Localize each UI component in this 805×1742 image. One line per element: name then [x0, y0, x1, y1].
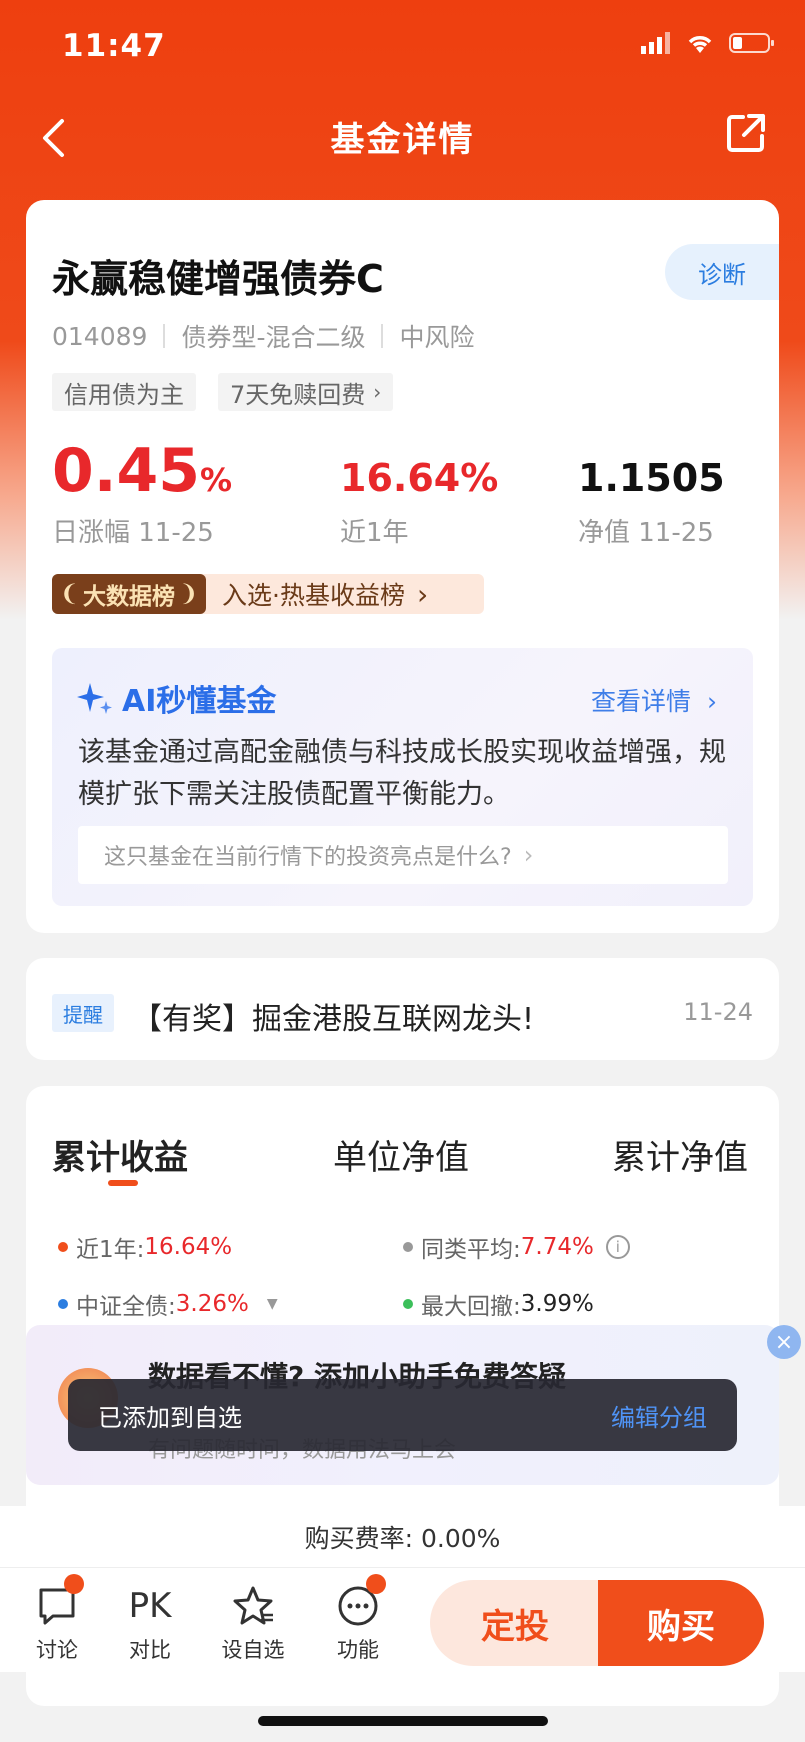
star-icon	[233, 1586, 273, 1625]
year-return-label: 近1年	[340, 518, 409, 548]
legend-dot	[58, 1299, 68, 1309]
ai-title-label: AI秒懂基金	[122, 684, 277, 719]
legend-value: 7.74%	[520, 1234, 594, 1260]
add-watchlist-button[interactable]: 设自选	[208, 1584, 298, 1664]
legend-value: 3.99%	[520, 1291, 594, 1317]
legend-label: 最大回撤:	[421, 1294, 521, 1320]
info-icon[interactable]: i	[605, 1235, 630, 1259]
daily-change-label: 日涨幅 11-25	[52, 518, 214, 548]
status-time: 11:47	[62, 28, 166, 64]
fund-tag-fee[interactable]: 7天免赎回费 ›	[218, 373, 394, 411]
tab-cumulative-return[interactable]: 累计收益	[52, 1130, 188, 1179]
functions-label: 功能	[337, 1638, 379, 1662]
nav-value-label: 净值 11-25	[578, 518, 714, 548]
functions-button[interactable]: 功能	[313, 1584, 403, 1664]
ai-more-link[interactable]: 查看详情 ›	[591, 682, 717, 718]
fund-type: 债券型-混合二级	[181, 323, 366, 352]
year-return-value: 16.64%	[340, 456, 499, 500]
toast: 已添加到自选 编辑分组	[68, 1379, 737, 1451]
fee-bar: 购买费率: 0.00%	[0, 1506, 805, 1568]
divider	[163, 324, 166, 348]
diagnose-button[interactable]: 诊断	[665, 244, 779, 300]
status-icons	[641, 32, 775, 54]
legend-label: 同类平均:	[421, 1237, 521, 1263]
close-icon: ×	[774, 1329, 794, 1355]
chevron-right-icon: ›	[523, 841, 534, 869]
home-indicator	[258, 1716, 548, 1726]
chevron-right-icon: ›	[416, 577, 429, 611]
fund-name: 永赢稳健增强债券C	[52, 257, 384, 301]
chevron-right-icon: ›	[373, 380, 382, 404]
ai-more-label: 查看详情	[591, 687, 692, 716]
pk-icon: PK	[128, 1586, 172, 1626]
legend-item-peer-average: 同类平均: 7.74% i	[403, 1230, 630, 1264]
battery-icon	[729, 33, 774, 53]
banner-close-button[interactable]: ×	[767, 1325, 801, 1359]
signal-icon	[641, 32, 670, 54]
legend-label: 中证全债:	[76, 1294, 176, 1320]
reminder-tag: 提醒	[52, 994, 114, 1032]
nav-value: 1.1505	[578, 456, 725, 500]
notification-dot	[366, 1574, 386, 1594]
share-button[interactable]	[725, 112, 767, 158]
fund-meta: 014089 债券型-混合二级 中风险	[52, 318, 474, 354]
legend-value: 16.64%	[144, 1234, 233, 1260]
compare-label: 对比	[129, 1638, 171, 1662]
legend-dot	[403, 1242, 413, 1252]
legend-dot	[403, 1299, 413, 1309]
dropdown-triangle-icon: ▼	[266, 1296, 278, 1312]
page-title: 基金详情	[330, 120, 475, 160]
fund-tag-label: 7天免赎回费	[230, 380, 366, 409]
auto-invest-button[interactable]: 定投	[430, 1580, 600, 1666]
legend-item-index[interactable]: 中证全债: 3.26% ▼	[58, 1287, 278, 1321]
fund-tag: 信用债为主	[52, 373, 196, 411]
daily-change-unit: %	[200, 461, 233, 499]
sparkle-icon	[77, 683, 112, 714]
tab-indicator	[108, 1180, 138, 1186]
fund-risk: 中风险	[399, 323, 475, 352]
rank-text: 入选·热基收益榜	[222, 581, 405, 610]
share-icon	[727, 114, 765, 152]
fund-code: 014089	[52, 321, 148, 351]
legend-label: 近1年:	[76, 1237, 145, 1263]
reminder-text: 【有奖】掘金港股互联网龙头!	[132, 1002, 535, 1037]
reminder-date: 11-24	[683, 998, 753, 1026]
daily-change-value: 0.45	[52, 436, 201, 506]
wifi-icon	[688, 36, 712, 53]
tab-unit-nav[interactable]: 单位净值	[333, 1130, 469, 1179]
divider	[381, 324, 384, 348]
rank-badge: ❨ 大数据榜 ❩	[52, 574, 206, 614]
ai-title: AI秒懂基金	[76, 676, 276, 720]
ai-question-input[interactable]: 这只基金在当前行情下的投资亮点是什么? ›	[78, 826, 728, 884]
legend-dot	[58, 1242, 68, 1252]
ai-summary-text: 该基金通过高配金融债与科技成长股实现收益增强，规模扩张下需关注股债配置平衡能力。	[78, 737, 726, 810]
daily-change: 0.45%	[52, 436, 232, 506]
laurel-icon: ❩	[179, 581, 199, 607]
laurel-icon: ❨	[59, 581, 79, 607]
rank-banner[interactable]: ❨ 大数据榜 ❩ 入选·热基收益榜 ›	[52, 574, 484, 614]
discuss-button[interactable]: 讨论	[12, 1584, 102, 1664]
add-watchlist-label: 设自选	[221, 1638, 285, 1662]
toast-message: 已添加到自选	[98, 1403, 242, 1432]
legend-value: 3.26%	[175, 1291, 249, 1317]
chevron-right-icon: ›	[707, 687, 717, 716]
edit-group-button[interactable]: 编辑分组	[611, 1398, 707, 1433]
buy-button[interactable]: 购买	[598, 1580, 764, 1666]
rank-badge-label: 大数据榜	[83, 584, 175, 610]
notification-dot	[64, 1574, 84, 1594]
legend-item-year: 近1年: 16.64%	[58, 1230, 232, 1264]
compare-button[interactable]: PK 对比	[105, 1584, 195, 1664]
discuss-label: 讨论	[36, 1638, 78, 1662]
legend-item-drawdown: 最大回撤: 3.99%	[403, 1287, 594, 1321]
ai-question-label: 这只基金在当前行情下的投资亮点是什么?	[104, 845, 512, 870]
tab-cumulative-nav[interactable]: 累计净值	[612, 1130, 748, 1179]
